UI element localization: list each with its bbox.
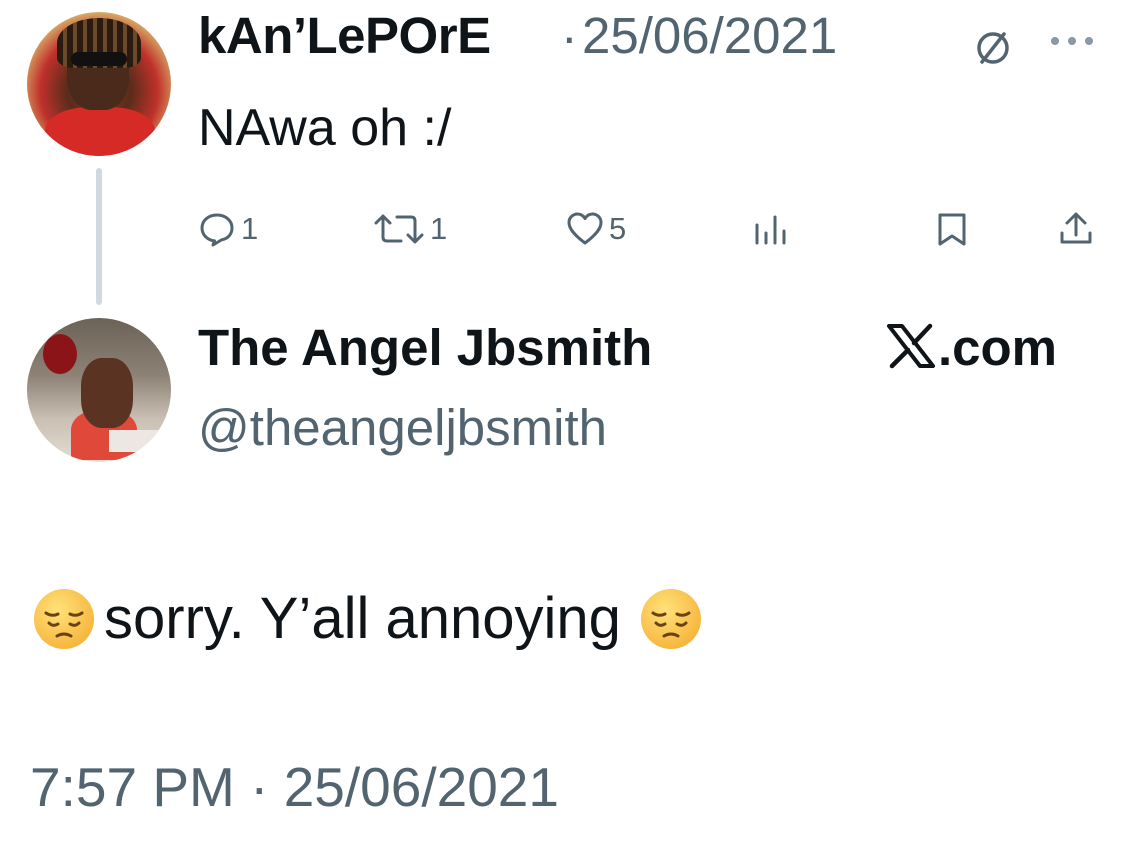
like-count: 5 <box>609 211 627 246</box>
share-icon <box>1060 212 1092 244</box>
x-logo-icon <box>887 323 935 369</box>
retweet-button[interactable]: 1 <box>372 204 447 254</box>
reply-icon <box>200 213 234 247</box>
source-domain: .com <box>938 319 1058 376</box>
quoted-author-avatar[interactable] <box>27 318 171 462</box>
reply-button[interactable]: 1 <box>197 204 258 254</box>
quoted-author-name[interactable]: The Angel Jbsmith <box>198 318 652 377</box>
separator-dot: · <box>561 9 578 65</box>
analytics-icon <box>755 215 786 245</box>
pensive-face-icon <box>640 588 701 649</box>
share-button[interactable] <box>1056 204 1096 254</box>
pensive-face-icon <box>34 588 94 649</box>
quoted-tweet-text: sorry. Y’all annoying <box>32 585 703 652</box>
bookmark-button[interactable] <box>935 204 969 254</box>
author-avatar[interactable] <box>27 12 171 156</box>
retweet-count: 1 <box>430 211 448 246</box>
thread-line <box>96 168 102 305</box>
retweet-icon <box>374 214 424 244</box>
circle-slash-icon[interactable] <box>970 25 1016 71</box>
tweet-text: NAwa oh :/ <box>198 99 452 157</box>
tweet-date[interactable]: 25/06/2021 <box>582 6 837 65</box>
quoted-text-body: sorry. Y’all annoying <box>104 586 621 651</box>
like-button[interactable]: 5 <box>565 204 626 254</box>
bookmark-icon <box>938 213 966 246</box>
source-x-com[interactable]: .com <box>886 318 1057 377</box>
reply-count: 1 <box>241 211 259 246</box>
author-name[interactable]: kAn’LePOrE <box>198 6 491 65</box>
more-dots-icon[interactable] <box>1048 34 1096 48</box>
quoted-author-handle[interactable]: @theangeljbsmith <box>198 398 607 457</box>
heart-icon <box>567 212 603 245</box>
quoted-timestamp[interactable]: 7:57 PM · 25/06/2021 <box>30 755 559 819</box>
views-button[interactable] <box>752 204 788 254</box>
